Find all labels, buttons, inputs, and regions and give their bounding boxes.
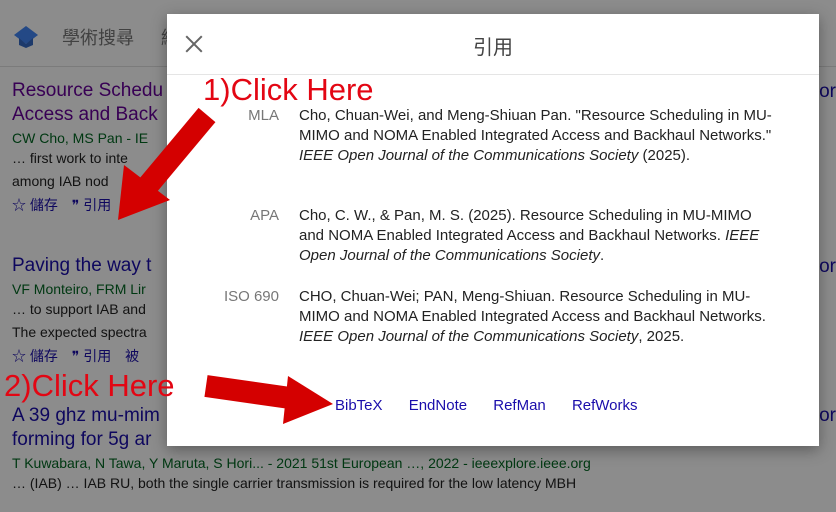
annotation-arrow-2	[204, 375, 333, 424]
annotation-layer	[118, 107, 333, 424]
annotation-step2-label: 2)Click Here	[4, 368, 175, 403]
annotation-arrow-1	[118, 107, 216, 220]
annotation-step1-label: 1)Click Here	[203, 72, 374, 107]
